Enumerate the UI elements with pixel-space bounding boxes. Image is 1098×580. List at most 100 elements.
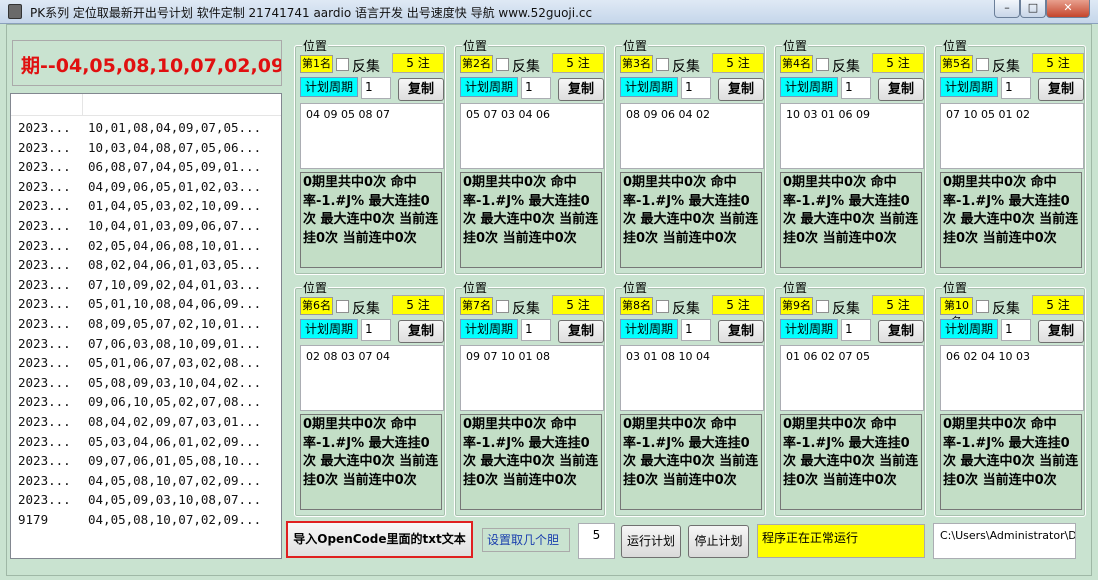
minimize-button[interactable]: – (994, 0, 1020, 18)
list-item[interactable]: 2023... 07,06,03,08,10,09,01... (11, 336, 281, 356)
list-item[interactable]: 9179 04,05,08,10,07,02,09... (11, 512, 281, 532)
list-item[interactable]: 2023... 08,02,04,06,01,03,05... (11, 257, 281, 277)
list-item-numbers: 10,04,01,03,09,06,07... (88, 217, 262, 233)
count-field[interactable]: 5 注 (872, 53, 924, 73)
reverse-checkbox[interactable] (496, 300, 509, 313)
copy-button[interactable]: 复制 (558, 320, 604, 343)
list-item[interactable]: 2023... 05,03,04,06,01,02,09... (11, 434, 281, 454)
import-txt-button[interactable]: 导入OpenCode里面的txt文本 (286, 521, 473, 558)
list-item-period: 2023... (18, 139, 71, 155)
reverse-label[interactable]: 反集 (512, 56, 540, 76)
reverse-label[interactable]: 反集 (672, 56, 700, 76)
plan-period-input[interactable]: 1 (681, 319, 711, 341)
list-header[interactable] (11, 94, 281, 116)
plan-period-input[interactable]: 1 (361, 319, 391, 341)
predicted-numbers[interactable]: 09 07 10 01 08 (460, 345, 604, 411)
list-item[interactable]: 2023... 08,04,02,09,07,03,01... (11, 414, 281, 434)
plan-period-input[interactable]: 1 (521, 319, 551, 341)
list-item-numbers: 05,08,09,03,10,04,02... (88, 374, 262, 390)
reverse-label[interactable]: 反集 (832, 56, 860, 76)
title-bar: PK系列 定位取最新开出号计划 软件定制 21741741 aardio 语言开… (0, 0, 1098, 24)
list-item-period: 2023... (18, 296, 71, 312)
predicted-numbers[interactable]: 07 10 05 01 02 (940, 103, 1084, 169)
count-field[interactable]: 5 注 (1032, 53, 1084, 73)
list-item[interactable]: 2023... 10,01,08,04,09,07,05... (11, 120, 281, 140)
plan-period-input[interactable]: 1 (841, 77, 871, 99)
predicted-numbers[interactable]: 02 08 03 07 04 (300, 345, 444, 411)
copy-button[interactable]: 复制 (558, 78, 604, 101)
list-item[interactable]: 2023... 02,05,04,06,08,10,01... (11, 238, 281, 258)
predicted-numbers[interactable]: 03 01 08 10 04 (620, 345, 764, 411)
list-item[interactable]: 2023... 04,05,08,10,07,02,09... (11, 473, 281, 493)
history-list[interactable]: 2023... 10,01,08,04,09,07,05... 2023... 10,… (10, 93, 282, 559)
reverse-checkbox[interactable] (496, 58, 509, 71)
copy-button[interactable]: 复制 (1038, 320, 1084, 343)
copy-button[interactable]: 复制 (878, 78, 924, 101)
path-field[interactable]: C:\Users\Administrator\D (933, 523, 1076, 559)
copy-button[interactable]: 复制 (1038, 78, 1084, 101)
list-item[interactable]: 2023... 09,07,06,01,05,08,10... (11, 453, 281, 473)
predicted-numbers[interactable]: 04 09 05 08 07 (300, 103, 444, 169)
predicted-numbers[interactable]: 06 02 04 10 03 (940, 345, 1084, 411)
predicted-numbers[interactable]: 05 07 03 04 06 (460, 103, 604, 169)
reverse-checkbox[interactable] (336, 58, 349, 71)
reverse-label[interactable]: 反集 (832, 298, 860, 318)
list-item[interactable]: 2023... 04,09,06,05,01,02,03... (11, 179, 281, 199)
list-item-period: 2023... (18, 120, 71, 135)
reverse-checkbox[interactable] (976, 300, 989, 313)
list-item[interactable]: 2023... 01,04,05,03,02,10,09... (11, 198, 281, 218)
reverse-checkbox[interactable] (816, 300, 829, 313)
list-item[interactable]: 2023... 07,10,09,02,04,01,03... (11, 277, 281, 297)
plan-period-label: 计划周期 (780, 77, 838, 97)
copy-button[interactable]: 复制 (398, 320, 444, 343)
reverse-checkbox[interactable] (656, 58, 669, 71)
plan-period-input[interactable]: 1 (681, 77, 711, 99)
stop-plan-button[interactable]: 停止计划 (688, 525, 749, 558)
list-item[interactable]: 2023... 04,05,09,03,10,08,07... (11, 492, 281, 512)
plan-period-input[interactable]: 1 (1001, 319, 1031, 341)
reverse-label[interactable]: 反集 (672, 298, 700, 318)
reverse-checkbox[interactable] (816, 58, 829, 71)
list-item[interactable]: 2023... 05,01,10,08,04,06,09... (11, 296, 281, 316)
count-field[interactable]: 5 注 (872, 295, 924, 315)
plan-period-input[interactable]: 1 (521, 77, 551, 99)
list-item[interactable]: 2023... 09,06,10,05,02,07,08... (11, 394, 281, 414)
reverse-label[interactable]: 反集 (992, 56, 1020, 76)
count-field[interactable]: 5 注 (392, 53, 444, 73)
copy-button[interactable]: 复制 (718, 320, 764, 343)
reverse-label[interactable]: 反集 (352, 56, 380, 76)
list-item[interactable]: 2023... 10,03,04,08,07,05,06... (11, 140, 281, 160)
list-item[interactable]: 2023... 10,04,01,03,09,06,07... (11, 218, 281, 238)
set-count-input[interactable]: 5 (578, 523, 615, 559)
panel-legend: 位置 (622, 37, 649, 54)
reverse-checkbox[interactable] (336, 300, 349, 313)
plan-period-input[interactable]: 1 (1001, 77, 1031, 99)
reverse-checkbox[interactable] (656, 300, 669, 313)
list-header-col1[interactable] (11, 94, 83, 116)
copy-button[interactable]: 复制 (718, 78, 764, 101)
list-item[interactable]: 2023... 08,09,05,07,02,10,01... (11, 316, 281, 336)
copy-button[interactable]: 复制 (398, 78, 444, 101)
list-item[interactable]: 2023... 05,01,06,07,03,02,08... (11, 355, 281, 375)
count-field[interactable]: 5 注 (712, 53, 764, 73)
predicted-numbers[interactable]: 10 03 01 06 09 (780, 103, 924, 169)
list-item[interactable]: 2023... 05,08,09,03,10,04,02... (11, 375, 281, 395)
reverse-checkbox[interactable] (976, 58, 989, 71)
count-field[interactable]: 5 注 (392, 295, 444, 315)
count-field[interactable]: 5 注 (1032, 295, 1084, 315)
plan-period-input[interactable]: 1 (361, 77, 391, 99)
copy-button[interactable]: 复制 (878, 320, 924, 343)
reverse-label[interactable]: 反集 (512, 298, 540, 318)
reverse-label[interactable]: 反集 (352, 298, 380, 318)
maximize-button[interactable]: □ (1020, 0, 1046, 18)
list-item[interactable]: 2023... 06,08,07,04,05,09,01... (11, 159, 281, 179)
close-button[interactable]: ✕ (1046, 0, 1090, 18)
count-field[interactable]: 5 注 (712, 295, 764, 315)
predicted-numbers[interactable]: 08 09 06 04 02 (620, 103, 764, 169)
plan-period-input[interactable]: 1 (841, 319, 871, 341)
count-field[interactable]: 5 注 (552, 295, 604, 315)
count-field[interactable]: 5 注 (552, 53, 604, 73)
run-plan-button[interactable]: 运行计划 (621, 525, 681, 558)
reverse-label[interactable]: 反集 (992, 298, 1020, 318)
predicted-numbers[interactable]: 01 06 02 07 05 (780, 345, 924, 411)
